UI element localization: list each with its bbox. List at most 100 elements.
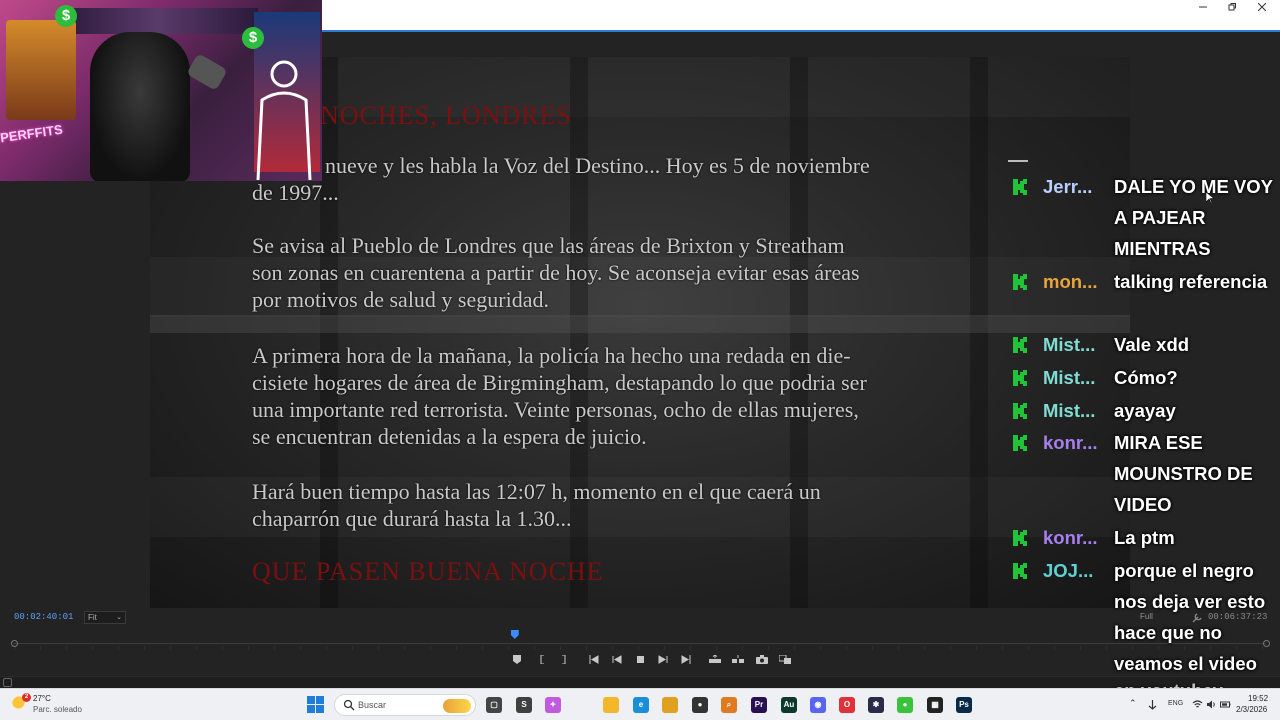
video-line: se encuentran detenidas a la espera de j… (252, 424, 647, 449)
lift-button[interactable] (708, 653, 722, 667)
mark-out-button[interactable] (557, 653, 571, 667)
green-app-icon[interactable]: ● (897, 697, 913, 713)
audition-icon[interactable]: Au (781, 697, 797, 713)
discord-icon[interactable]: ◉ (810, 697, 826, 713)
copilot-icon[interactable]: ✦ (545, 697, 561, 713)
chat-message: JOJ... porque el negro nos deja ver esto … (1004, 555, 1280, 679)
edge-icon[interactable]: e (633, 697, 649, 713)
tray-overflow-icon[interactable]: ⌃ (1129, 698, 1137, 709)
chat-username[interactable]: mon... (1043, 266, 1097, 297)
video-line: Se avisa al Pueblo de Londres que las ár… (252, 233, 845, 258)
kick-badge-icon (1013, 274, 1027, 290)
video-line: de 1997... (252, 180, 339, 205)
start-button[interactable] (307, 696, 324, 713)
zoom-fit-label: Fit (88, 613, 97, 622)
video-line: una importante red terrorista. Veinte pe… (252, 397, 859, 422)
file-explorer-icon[interactable] (603, 697, 619, 713)
video-red-footer: QUE PASEN BUENA NOCHE (252, 557, 604, 586)
clock-date[interactable]: 2/3/2026 (1236, 705, 1267, 714)
chat-username[interactable]: JOJ... (1043, 555, 1093, 586)
wifi-icon[interactable] (1192, 699, 1203, 710)
lift-icon (709, 655, 721, 663)
weather-description[interactable]: Parc. soleado (33, 705, 82, 714)
video-line: chaparrón que durará hasta la 1.30... (252, 506, 572, 531)
volume-icon[interactable] (1206, 699, 1217, 710)
link-icon[interactable] (3, 678, 12, 687)
chrome-icon[interactable] (662, 697, 678, 713)
search-app-icon[interactable]: ⌕ (721, 697, 737, 713)
video-line: cisiete hogares de área de Birgmingham, … (252, 370, 867, 395)
go-to-out-button[interactable] (679, 653, 693, 667)
kick-badge-icon (1013, 179, 1027, 195)
language-indicator[interactable]: ENG (1168, 700, 1183, 707)
photoshop-icon[interactable]: Ps (956, 697, 972, 713)
camera-icon (756, 655, 768, 664)
stop-icon (636, 656, 644, 663)
go-to-in-icon (589, 655, 599, 664)
chat-message: Mist... Vale xdd (1004, 329, 1280, 360)
premiere-icon[interactable]: Pr (751, 697, 767, 713)
chat-message: mon... talking referencia (1004, 266, 1280, 328)
skype-icon[interactable]: S (516, 697, 532, 713)
search-highlight-icon (443, 699, 471, 713)
opera-icon[interactable]: O (839, 697, 855, 713)
search-icon (343, 699, 355, 711)
chat-username[interactable]: Mist... (1043, 395, 1095, 426)
chat-message: konr... MIRA ESE MOUNSTRO DE VIDEO (1004, 427, 1280, 520)
chat-message-text: DALE YO ME VOY A PAJEAR MIENTRAS (1114, 176, 1273, 259)
windows-taskbar: 2 27°C Parc. soleado Buscar ▢ S ✦ e ● ⌕ Pr Au ◉ O… (0, 688, 1280, 720)
chat-message: Mist... Cómo? (1004, 362, 1280, 393)
webcam-neon-text: PERFFITS (0, 121, 64, 146)
kick-badge-icon (1013, 563, 1027, 579)
silhouette-figure (256, 60, 312, 180)
extract-button[interactable] (731, 653, 745, 667)
clock-time[interactable]: 19:52 (1248, 694, 1268, 703)
step-back-button[interactable] (610, 653, 624, 667)
webcam-poster (6, 20, 76, 120)
chevron-down-icon: ⌄ (116, 614, 122, 621)
taskbar-search[interactable]: Buscar (334, 694, 476, 716)
kick-badge-icon (1013, 403, 1027, 419)
zoom-fit-select[interactable]: Fit ⌄ (84, 611, 126, 624)
weather-temperature[interactable]: 27°C (33, 694, 51, 703)
go-to-in-button[interactable] (587, 653, 601, 667)
go-to-out-icon (681, 655, 691, 664)
gaming-chair (90, 32, 190, 181)
chat-username[interactable]: konr... (1043, 522, 1098, 553)
chat-username[interactable]: Mist... (1043, 362, 1095, 393)
video-red-heading: NOCHES, LONDRES (320, 101, 572, 130)
comparison-view-button[interactable] (778, 653, 792, 667)
mouse-cursor-icon (1206, 192, 1214, 204)
notification-badge: 2 (22, 693, 31, 702)
chat-overlay: Jerr... DALE YO ME VOY A PAJEAR MIENTRAS m… (1004, 0, 1280, 720)
search-placeholder: Buscar (358, 700, 387, 710)
mark-in-button[interactable] (535, 653, 549, 667)
chat-message: Jerr... DALE YO ME VOY A PAJEAR MIENTRAS (1004, 171, 1280, 264)
network-icon[interactable] (1147, 699, 1158, 710)
export-frame-button[interactable] (755, 653, 769, 667)
battery-icon[interactable] (1220, 699, 1231, 710)
task-view-icon[interactable]: ▢ (486, 697, 502, 713)
chat-message-text: ayayay (1114, 400, 1176, 421)
step-back-icon (612, 655, 622, 664)
terminal-icon[interactable]: ▦ (927, 697, 943, 713)
chat-username[interactable]: konr... (1043, 427, 1098, 458)
kick-badge-icon (1013, 370, 1027, 386)
add-marker-button[interactable] (510, 653, 524, 667)
step-forward-icon (658, 655, 668, 664)
microphone-icon (186, 53, 228, 91)
kick-badge-icon (1013, 337, 1027, 353)
chat-username[interactable]: Jerr... (1043, 171, 1092, 202)
video-line: Hará buen tiempo hasta las 12:07 h, mome… (252, 479, 821, 504)
chat-message-text: MIRA ESE MOUNSTRO DE VIDEO (1114, 432, 1253, 515)
stop-button[interactable] (633, 653, 647, 667)
app-dark-icon[interactable]: ✱ (868, 697, 884, 713)
dollar-icon: $ (55, 5, 77, 27)
step-forward-button[interactable] (656, 653, 670, 667)
dollar-icon: $ (242, 27, 264, 49)
chat-username[interactable]: Mist... (1043, 329, 1095, 360)
current-timecode[interactable]: 00:02:40:01 (14, 612, 73, 622)
in-point-marker[interactable] (11, 640, 18, 647)
obs-icon[interactable]: ● (692, 697, 708, 713)
chat-message: Mist... ayayay (1004, 395, 1280, 426)
